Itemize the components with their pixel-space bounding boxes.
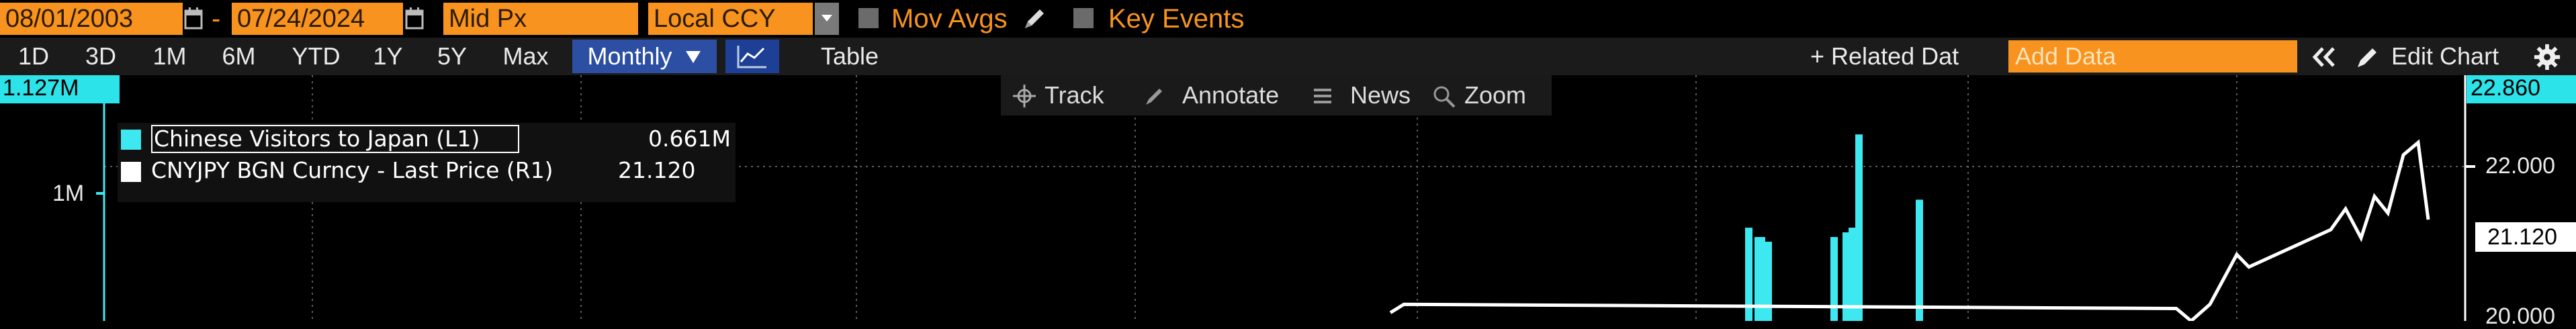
mov-avgs-label: Mov Avgs <box>891 4 1008 34</box>
period-button-5y[interactable]: 5Y <box>425 40 479 73</box>
period-button-1m[interactable]: 1M <box>141 40 198 73</box>
double-chevron-left-icon[interactable] <box>2311 46 2338 68</box>
calendar-icon[interactable] <box>405 7 424 30</box>
legend-series2-name[interactable]: CNYJPY BGN Curncy - Last Price (R1) <box>151 157 553 184</box>
currency-select[interactable]: Local CCY <box>648 3 813 35</box>
legend-swatch-fx <box>121 162 141 182</box>
right-axis-tick-label: 20.000 <box>2485 303 2555 329</box>
key-events-label: Key Events <box>1108 4 1245 34</box>
right-axis-top-label: 22.860 <box>2467 75 2576 103</box>
legend-series2-value: 21.120 <box>618 157 696 183</box>
period-button-1d[interactable]: 1D <box>7 40 60 73</box>
fx-price-line <box>1389 139 2430 321</box>
add-data-input[interactable] <box>2008 40 2297 73</box>
chart-legend[interactable]: Chinese Visitors to Japan (L1) 0.661M CN… <box>118 123 736 202</box>
frequency-dropdown[interactable]: Monthly <box>572 40 717 73</box>
gear-icon[interactable] <box>2532 43 2562 71</box>
visitors-bars <box>1745 134 1923 321</box>
pencil-icon[interactable] <box>1021 5 1048 32</box>
end-date-field[interactable]: 07/24/2024 <box>232 3 403 35</box>
annotate-pencil-icon <box>1146 89 1162 105</box>
visitors-bar <box>1765 241 1772 321</box>
left-axis-tick-label: 1M <box>52 181 85 206</box>
table-button[interactable]: Table <box>803 40 897 73</box>
chevron-down-icon <box>821 15 832 21</box>
news-tool[interactable]: News <box>1350 75 1411 115</box>
track-tool[interactable]: Track <box>1045 75 1104 115</box>
zoom-magnifier-icon <box>1433 86 1456 108</box>
chevron-down-icon <box>685 51 701 63</box>
chart-tools-bar: Track Annotate News Zoom <box>1001 75 1552 115</box>
crosshair-icon <box>1013 85 1036 107</box>
key-events-checkbox[interactable] <box>1073 8 1094 28</box>
price-field-select[interactable]: Mid Px <box>443 3 638 35</box>
start-date-field[interactable]: 08/01/2003 <box>0 3 183 35</box>
right-axis-last-value-tag: 21.120 <box>2475 222 2576 252</box>
news-icon <box>1314 89 1331 103</box>
zoom-tool[interactable]: Zoom <box>1464 75 1526 115</box>
annotate-tool[interactable]: Annotate <box>1182 75 1279 115</box>
period-button-1y[interactable]: 1Y <box>363 40 413 73</box>
right-axis-tick-label: 22.000 <box>2485 153 2555 179</box>
top-toolbar: 08/01/2003 - 07/24/2024 Mid Px Local CCY… <box>0 0 2576 38</box>
period-button-ytd[interactable]: YTD <box>281 40 351 73</box>
currency-dropdown-button[interactable] <box>815 3 839 35</box>
related-data-button[interactable]: + Related Dat <box>1810 38 1959 75</box>
period-button-3d[interactable]: 3D <box>74 40 128 73</box>
visitors-bar <box>1855 134 1863 321</box>
date-separator: - <box>212 4 221 34</box>
edit-chart-button[interactable]: Edit Chart <box>2391 38 2499 75</box>
period-toolbar: 1D 3D 1M 6M YTD 1Y 5Y Max Monthly Table … <box>0 38 2576 75</box>
line-chart-icon <box>737 46 766 68</box>
frequency-label: Monthly <box>587 42 672 70</box>
mov-avgs-checkbox[interactable] <box>858 8 879 28</box>
period-button-6m[interactable]: 6M <box>210 40 267 73</box>
chart-type-button[interactable] <box>725 40 779 73</box>
pencil-icon <box>2358 48 2377 67</box>
legend-series1-value: 0.661M <box>648 126 731 152</box>
legend-swatch-visitors <box>121 130 141 150</box>
calendar-icon[interactable] <box>184 7 203 30</box>
visitors-bar <box>1916 199 1923 321</box>
period-button-max[interactable]: Max <box>494 40 558 73</box>
left-axis-top-label: 1.127M <box>0 75 120 103</box>
legend-series1-name[interactable]: Chinese Visitors to Japan (L1) <box>151 125 519 153</box>
visitors-bar <box>1758 236 1765 321</box>
